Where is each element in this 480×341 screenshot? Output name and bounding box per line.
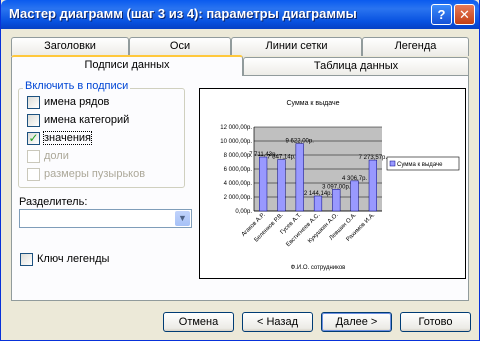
- title-bar[interactable]: Мастер диаграмм (шаг 3 из 4): параметры …: [1, 0, 479, 29]
- separator-label: Разделитель:: [19, 196, 88, 208]
- bar: [277, 159, 286, 212]
- chart-preview: Сумма к выдаче 12 000,00р. 10 000,00р. 8 00…: [199, 88, 466, 279]
- checkbox-label: имена рядов: [44, 96, 110, 108]
- next-button[interactable]: Далее >: [321, 312, 392, 332]
- y-tick-label: 12 000,00р.: [220, 125, 252, 131]
- data-label: 4 306,7р.: [342, 176, 367, 182]
- y-tick-label: 8 000,00р.: [224, 153, 253, 159]
- include-group-label: Включить в подписи: [23, 80, 131, 92]
- checkbox-box[interactable]: [20, 253, 33, 266]
- checkbox-box[interactable]: [27, 114, 40, 127]
- checkbox-label: Ключ легенды: [37, 253, 110, 265]
- separator-select[interactable]: ▼: [19, 209, 192, 228]
- tab-axes[interactable]: Оси: [129, 37, 231, 56]
- tab-titles[interactable]: Заголовки: [11, 37, 129, 56]
- bar: [332, 189, 341, 212]
- back-button[interactable]: < Назад: [242, 312, 313, 332]
- checkbox-label: значения: [42, 131, 93, 145]
- chart-svg: Сумма к выдаче 12 000,00р. 10 000,00р. 8 00…: [220, 100, 460, 271]
- checkmark-icon[interactable]: ✓: [27, 132, 40, 145]
- bar: [295, 143, 304, 212]
- checkbox-label: имена категорий: [44, 114, 130, 126]
- checkbox-box: [27, 150, 40, 163]
- checkbox-box: [27, 168, 40, 181]
- tab-data-labels[interactable]: Подписи данных: [11, 55, 243, 76]
- y-tick-label: 0,00р.: [235, 209, 252, 215]
- tab-gridlines[interactable]: Линии сетки: [231, 37, 362, 56]
- legend-entry: Сумма к выдаче: [397, 162, 443, 168]
- checkbox-box[interactable]: [27, 96, 40, 109]
- chart-title: Сумма к выдаче: [286, 100, 339, 107]
- legend-swatch: [389, 160, 396, 167]
- bar: [313, 195, 323, 212]
- data-label: 9 622,00р.: [286, 139, 315, 145]
- bar: [368, 159, 377, 212]
- x-axis-title: Ф.И.О. сотрудников: [291, 265, 346, 271]
- data-label: 7 273,57р.: [359, 155, 388, 161]
- chevron-down-icon[interactable]: ▼: [175, 211, 190, 226]
- chart-wizard-dialog: Мастер диаграмм (шаг 3 из 4): параметры …: [0, 0, 480, 341]
- data-label: 7 347,14р.: [267, 155, 296, 161]
- bar: [259, 156, 268, 212]
- y-tick-label: 10 000,00р.: [220, 139, 252, 145]
- y-tick-label: 4 000,00р.: [224, 181, 253, 187]
- finish-button[interactable]: Готово: [400, 312, 471, 332]
- data-label: 2 144,14р.: [304, 191, 333, 197]
- data-label: 3 097,00р.: [322, 184, 351, 190]
- help-button[interactable]: ?: [431, 4, 452, 25]
- checkbox-label: размеры пузырьков: [44, 168, 146, 180]
- close-button[interactable]: ✕: [454, 4, 475, 25]
- tab-legend[interactable]: Легенда: [362, 37, 469, 56]
- window-title: Мастер диаграмм (шаг 3 из 4): параметры …: [9, 6, 357, 21]
- checkbox-label: доли: [44, 150, 69, 162]
- tab-data-table[interactable]: Таблица данных: [243, 57, 469, 76]
- y-tick-label: 2 000,00р.: [224, 195, 253, 201]
- cancel-button[interactable]: Отмена: [163, 312, 234, 332]
- y-tick-label: 6 000,00р.: [224, 167, 253, 173]
- bar: [350, 180, 359, 212]
